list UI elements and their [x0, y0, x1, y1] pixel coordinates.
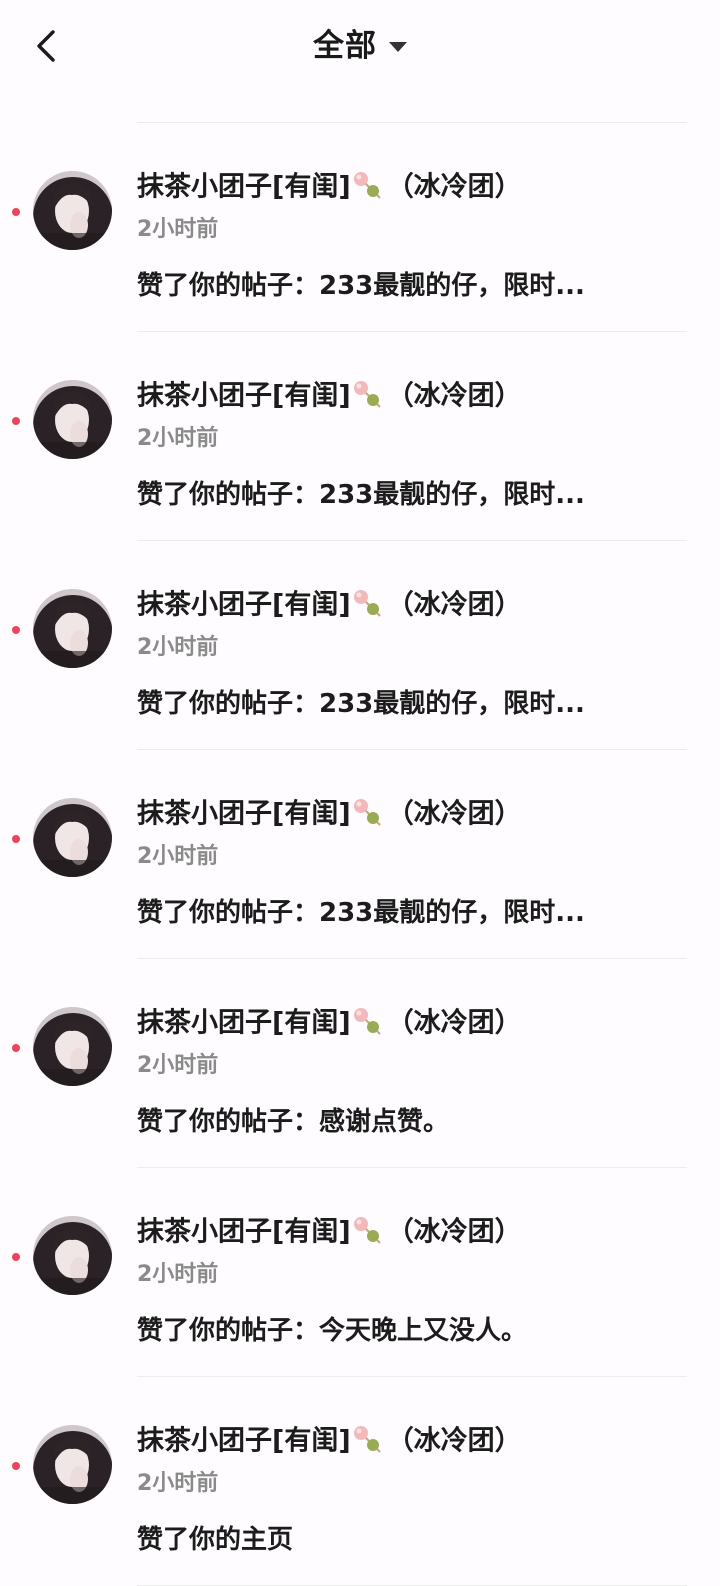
avatar[interactable] — [33, 171, 112, 250]
name-line: 抹茶小团子[有闺] （冰冷团） — [137, 376, 522, 416]
notification-content: 赞了你的帖子：233最靓的仔，限时... — [137, 898, 585, 928]
notification-item[interactable]: 抹茶小团子[有闺] （冰冷团） 2小时前 赞了你的帖子：233最靓的仔，限时..… — [0, 750, 720, 959]
candy-skewer-icon — [353, 798, 381, 826]
notification-item[interactable]: 抹茶小团子[有闺] （冰冷团） 2小时前 赞了你的主页 — [0, 1377, 720, 1586]
notification-item[interactable]: 抹茶小团子[有闺] （冰冷团） 2小时前 赞了你的帖子：233最靓的仔，限时..… — [0, 123, 720, 332]
name-line: 抹茶小团子[有闺] （冰冷团） — [137, 585, 522, 625]
candy-skewer-icon — [353, 589, 381, 617]
title-dropdown[interactable]: 全部 — [0, 22, 720, 68]
avatar[interactable] — [33, 1007, 112, 1086]
caret-down-icon — [389, 41, 407, 52]
notification-item[interactable]: 抹茶小团子[有闺] （冰冷团） 2小时前 赞了你的帖子：233最靓的仔，限时..… — [0, 541, 720, 750]
notification-item[interactable]: 抹茶小团子[有闺] （冰冷团） 2小时前 赞了你的帖子：今天晚上又没人。 — [0, 1168, 720, 1377]
notification-content: 赞了你的主页 — [137, 1525, 294, 1555]
candy-skewer-icon — [353, 1007, 381, 1035]
unread-dot — [12, 1253, 20, 1261]
nickname[interactable]: 抹茶小团子[有闺] — [137, 172, 351, 203]
unread-dot — [12, 417, 20, 425]
notification-item[interactable]: 抹茶小团子[有闺] （冰冷团） 2小时前 赞了你的帖子：感谢点赞。 — [0, 959, 720, 1168]
group-tag: （冰冷团） — [386, 798, 522, 830]
nickname[interactable]: 抹茶小团子[有闺] — [137, 1217, 351, 1248]
top-bar: 全部 — [0, 0, 720, 95]
group-tag: （冰冷团） — [386, 171, 522, 203]
timestamp: 2小时前 — [137, 426, 219, 451]
unread-dot — [12, 208, 20, 216]
notification-content: 赞了你的帖子：233最靓的仔，限时... — [137, 271, 585, 301]
name-line: 抹茶小团子[有闺] （冰冷团） — [137, 1421, 522, 1461]
timestamp: 2小时前 — [137, 1262, 219, 1287]
timestamp: 2小时前 — [137, 635, 219, 660]
nickname[interactable]: 抹茶小团子[有闺] — [137, 1008, 351, 1039]
nickname[interactable]: 抹茶小团子[有闺] — [137, 381, 351, 412]
timestamp: 2小时前 — [137, 844, 219, 869]
group-tag: （冰冷团） — [386, 1007, 522, 1039]
page-title: 全部 — [313, 27, 377, 64]
unread-dot — [12, 835, 20, 843]
notification-content: 赞了你的帖子：今天晚上又没人。 — [137, 1316, 528, 1346]
candy-skewer-icon — [353, 380, 381, 408]
name-line: 抹茶小团子[有闺] （冰冷团） — [137, 1003, 522, 1043]
notification-content: 赞了你的帖子：感谢点赞。 — [137, 1107, 450, 1137]
unread-dot — [12, 1462, 20, 1470]
unread-dot — [12, 1044, 20, 1052]
avatar[interactable] — [33, 1425, 112, 1504]
timestamp: 2小时前 — [137, 1053, 219, 1078]
nickname[interactable]: 抹茶小团子[有闺] — [137, 1426, 351, 1457]
notification-item[interactable]: 抹茶小团子[有闺] （冰冷团） 2小时前 赞了你的帖子：233最靓的仔，限时..… — [0, 332, 720, 541]
avatar[interactable] — [33, 589, 112, 668]
candy-skewer-icon — [353, 171, 381, 199]
name-line: 抹茶小团子[有闺] （冰冷团） — [137, 794, 522, 834]
avatar[interactable] — [33, 380, 112, 459]
group-tag: （冰冷团） — [386, 380, 522, 412]
avatar[interactable] — [33, 1216, 112, 1295]
group-tag: （冰冷团） — [386, 589, 522, 621]
candy-skewer-icon — [353, 1216, 381, 1244]
group-tag: （冰冷团） — [386, 1425, 522, 1457]
notification-content: 赞了你的帖子：233最靓的仔，限时... — [137, 480, 585, 510]
name-line: 抹茶小团子[有闺] （冰冷团） — [137, 1212, 522, 1252]
timestamp: 2小时前 — [137, 217, 219, 242]
unread-dot — [12, 626, 20, 634]
notification-list: 抹茶小团子[有闺] （冰冷团） 2小时前 赞了你的帖子：233最靓的仔，限时..… — [0, 123, 720, 1586]
nickname[interactable]: 抹茶小团子[有闺] — [137, 799, 351, 830]
group-tag: （冰冷团） — [386, 1216, 522, 1248]
nickname[interactable]: 抹茶小团子[有闺] — [137, 590, 351, 621]
avatar[interactable] — [33, 798, 112, 877]
name-line: 抹茶小团子[有闺] （冰冷团） — [137, 167, 522, 207]
candy-skewer-icon — [353, 1425, 381, 1453]
notification-content: 赞了你的帖子：233最靓的仔，限时... — [137, 689, 585, 719]
timestamp: 2小时前 — [137, 1471, 219, 1496]
